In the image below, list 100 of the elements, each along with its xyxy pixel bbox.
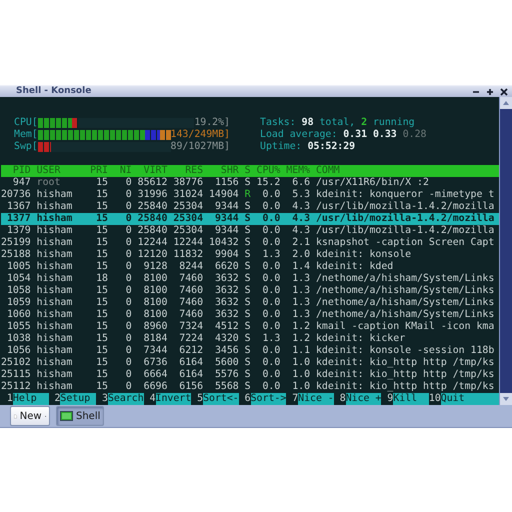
table-cell: 15: [96, 381, 108, 393]
table-cell: 0: [126, 201, 132, 213]
new-button[interactable]: New: [10, 406, 50, 426]
table-cell: 0.0: [262, 369, 280, 381]
function-key[interactable]: Help: [12, 393, 49, 405]
process-row[interactable]: 1059 hisham 15 0 8100 7460 3632 S 0.0 1.3 /nethome/a/hisham/System/Links: [1, 297, 499, 309]
table-cell: 3632: [214, 309, 239, 321]
function-key[interactable]: Setup: [60, 393, 96, 405]
table-cell: hisham: [36, 213, 72, 225]
table-cell: S: [244, 249, 251, 261]
table-cell: kdeinit: kio_http http /tmp/ks: [316, 381, 494, 393]
process-row[interactable]: 1058 hisham 15 0 8100 7460 3632 S 0.0 1.3 /nethome/a/hisham/System/Links: [1, 285, 499, 297]
table-cell: kdeinit: konsole -session 118b: [316, 345, 494, 357]
function-key[interactable]: Search: [108, 393, 144, 405]
table-cell: 1.4: [292, 261, 310, 273]
table-cell: 7224: [179, 333, 204, 345]
table-cell: 8184: [144, 333, 168, 345]
table-cell: 2.1: [292, 237, 310, 249]
table-cell: 0.0: [262, 381, 280, 393]
close-icon[interactable]: [500, 88, 508, 96]
table-cell: 0: [126, 297, 132, 309]
table-cell: 15: [96, 297, 108, 309]
process-row[interactable]: 1367 hisham 15 0 25840 25304 9344 S 0.0 4.3 /usr/lib/mozilla-1.4.2/mozilla: [1, 201, 499, 213]
table-cell: 0.0: [262, 237, 280, 249]
process-row[interactable]: 1054 hisham 18 0 8100 7460 3632 S 0.0 1.3 /nethome/a/hisham/System/Links: [1, 273, 499, 285]
process-row[interactable]: 1056 hisham 15 0 7344 6212 3456 S 0.0 1.1 kdeinit: konsole -session 118b: [1, 345, 499, 357]
function-key[interactable]: Nice +: [346, 393, 382, 405]
table-cell: 0: [126, 249, 132, 261]
table-cell: 8100: [144, 285, 168, 297]
table-cell: 6164: [179, 369, 204, 381]
process-row[interactable]: 1005 hisham 15 0 9128 8244 6620 S 0.0 1.4 kdeinit: kded: [1, 261, 499, 273]
process-row[interactable]: 25102 hisham 15 0 6736 6164 5600 S 0.0 1.0 kdeinit: kio_http http /tmp/ks: [1, 357, 499, 369]
key-number: 6: [244, 393, 251, 405]
table-cell: 25304: [173, 225, 204, 237]
process-row[interactable]: 25199 hisham 15 0 12244 12244 10432 S 0.0 2.1 ksnapshot -caption Screen Capt: [1, 237, 499, 249]
table-cell: 3456: [214, 345, 239, 357]
table-cell: 1060: [6, 309, 31, 321]
table-cell: 5576: [214, 369, 239, 381]
table-cell: 0.0: [262, 345, 280, 357]
table-cell: 6156: [179, 381, 204, 393]
process-row[interactable]: 1379 hisham 15 0 25840 25304 9344 S 0.0 4.3 /usr/lib/mozilla-1.4.2/mozilla: [1, 225, 499, 237]
uptime: Uptime: 05:52:29: [260, 141, 356, 152]
table-cell: 6164: [179, 357, 204, 369]
table-cell: 15: [96, 285, 108, 297]
table-cell: 1.0: [292, 381, 310, 393]
table-cell: 25840: [138, 225, 168, 237]
process-row[interactable]: 20736 hisham 15 0 31996 31024 14904 R 0.0 5.3 kdeinit: konqueror -mimetype t: [1, 189, 499, 201]
table-cell: S: [244, 369, 251, 381]
table-cell: 9904: [214, 249, 239, 261]
scroll-down-icon[interactable]: [500, 393, 512, 405]
process-row[interactable]: 25115 hisham 15 0 6664 6164 5576 S 0.0 1.0 kdeinit: kio_http http /tmp/ks: [1, 369, 499, 381]
table-cell: root: [36, 177, 60, 189]
function-key[interactable]: Quit: [440, 393, 499, 405]
table-cell: hisham: [36, 297, 72, 309]
process-row[interactable]: 1377 hisham 15 0 25840 25304 9344 S 0.0 4.3 /usr/lib/mozilla-1.4.2/mozilla: [1, 213, 499, 225]
table-cell: 7344: [144, 345, 168, 357]
table-cell: 0: [126, 309, 132, 321]
table-cell: 0.0: [262, 189, 280, 201]
table-cell: 7324: [179, 321, 204, 333]
key-number: 7: [291, 393, 298, 405]
table-cell: 3632: [214, 297, 239, 309]
key-number: 4: [148, 393, 156, 405]
process-row[interactable]: 1060 hisham 15 0 8100 7460 3632 S 0.0 1.3 /nethome/a/hisham/System/Links: [1, 309, 499, 321]
table-cell: 14904: [208, 189, 239, 201]
table-cell: 0.0: [262, 261, 280, 273]
table-cell: S: [244, 285, 251, 297]
process-row[interactable]: 1055 hisham 15 0 8960 7324 4512 S 0.0 1.2 kmail -caption KMail -icon kma: [1, 321, 499, 333]
table-cell: hisham: [36, 369, 72, 381]
process-row[interactable]: 947 root 15 0 85612 38776 1156 S 15.2 6.6 /usr/X11R6/bin/X :2: [1, 177, 499, 189]
process-row[interactable]: 1038 hisham 15 0 8184 7224 4320 S 1.3 1.2 kdeinit: kicker: [1, 333, 499, 345]
function-key[interactable]: Kill: [393, 393, 429, 405]
table-cell: 9344: [214, 213, 239, 225]
scrollbar[interactable]: [499, 97, 512, 405]
table-cell: hisham: [36, 189, 72, 201]
table-cell: kdeinit: kio_http http /tmp/ks: [316, 369, 494, 381]
table-cell: S: [244, 333, 251, 345]
process-row[interactable]: 25188 hisham 15 0 12120 11832 9904 S 1.3 2.0 kdeinit: konsole: [1, 249, 499, 261]
table-cell: 0: [126, 273, 132, 285]
table-cell: 0: [126, 213, 132, 225]
table-cell: S: [244, 237, 251, 249]
table-cell: kdeinit: konsole: [316, 249, 412, 261]
key-number: 1: [6, 393, 13, 405]
process-row[interactable]: 25112 hisham 15 0 6696 6156 5568 S 0.0 1.0 kdeinit: kio_http http /tmp/ks: [1, 381, 499, 393]
table-cell: hisham: [36, 345, 72, 357]
window-tab[interactable]: Shell: [56, 406, 104, 426]
table-cell: kdeinit: kicker: [316, 333, 406, 345]
table-cell: S: [244, 261, 251, 273]
table-cell: hisham: [36, 273, 72, 285]
function-key[interactable]: Sort<-: [203, 393, 239, 405]
table-cell: 4.3: [292, 201, 310, 213]
table-cell: hisham: [36, 381, 72, 393]
table-cell: hisham: [36, 261, 72, 273]
table-cell: 1.1: [292, 345, 310, 357]
function-key[interactable]: Nice -: [298, 393, 334, 405]
table-cell: 8100: [144, 309, 168, 321]
function-key[interactable]: Sort->: [250, 393, 286, 405]
maximize-icon[interactable]: [486, 88, 494, 96]
table-cell: kmail -caption KMail -icon kma: [316, 321, 494, 333]
table-cell: S: [244, 381, 251, 393]
function-key[interactable]: Invert: [156, 393, 192, 405]
